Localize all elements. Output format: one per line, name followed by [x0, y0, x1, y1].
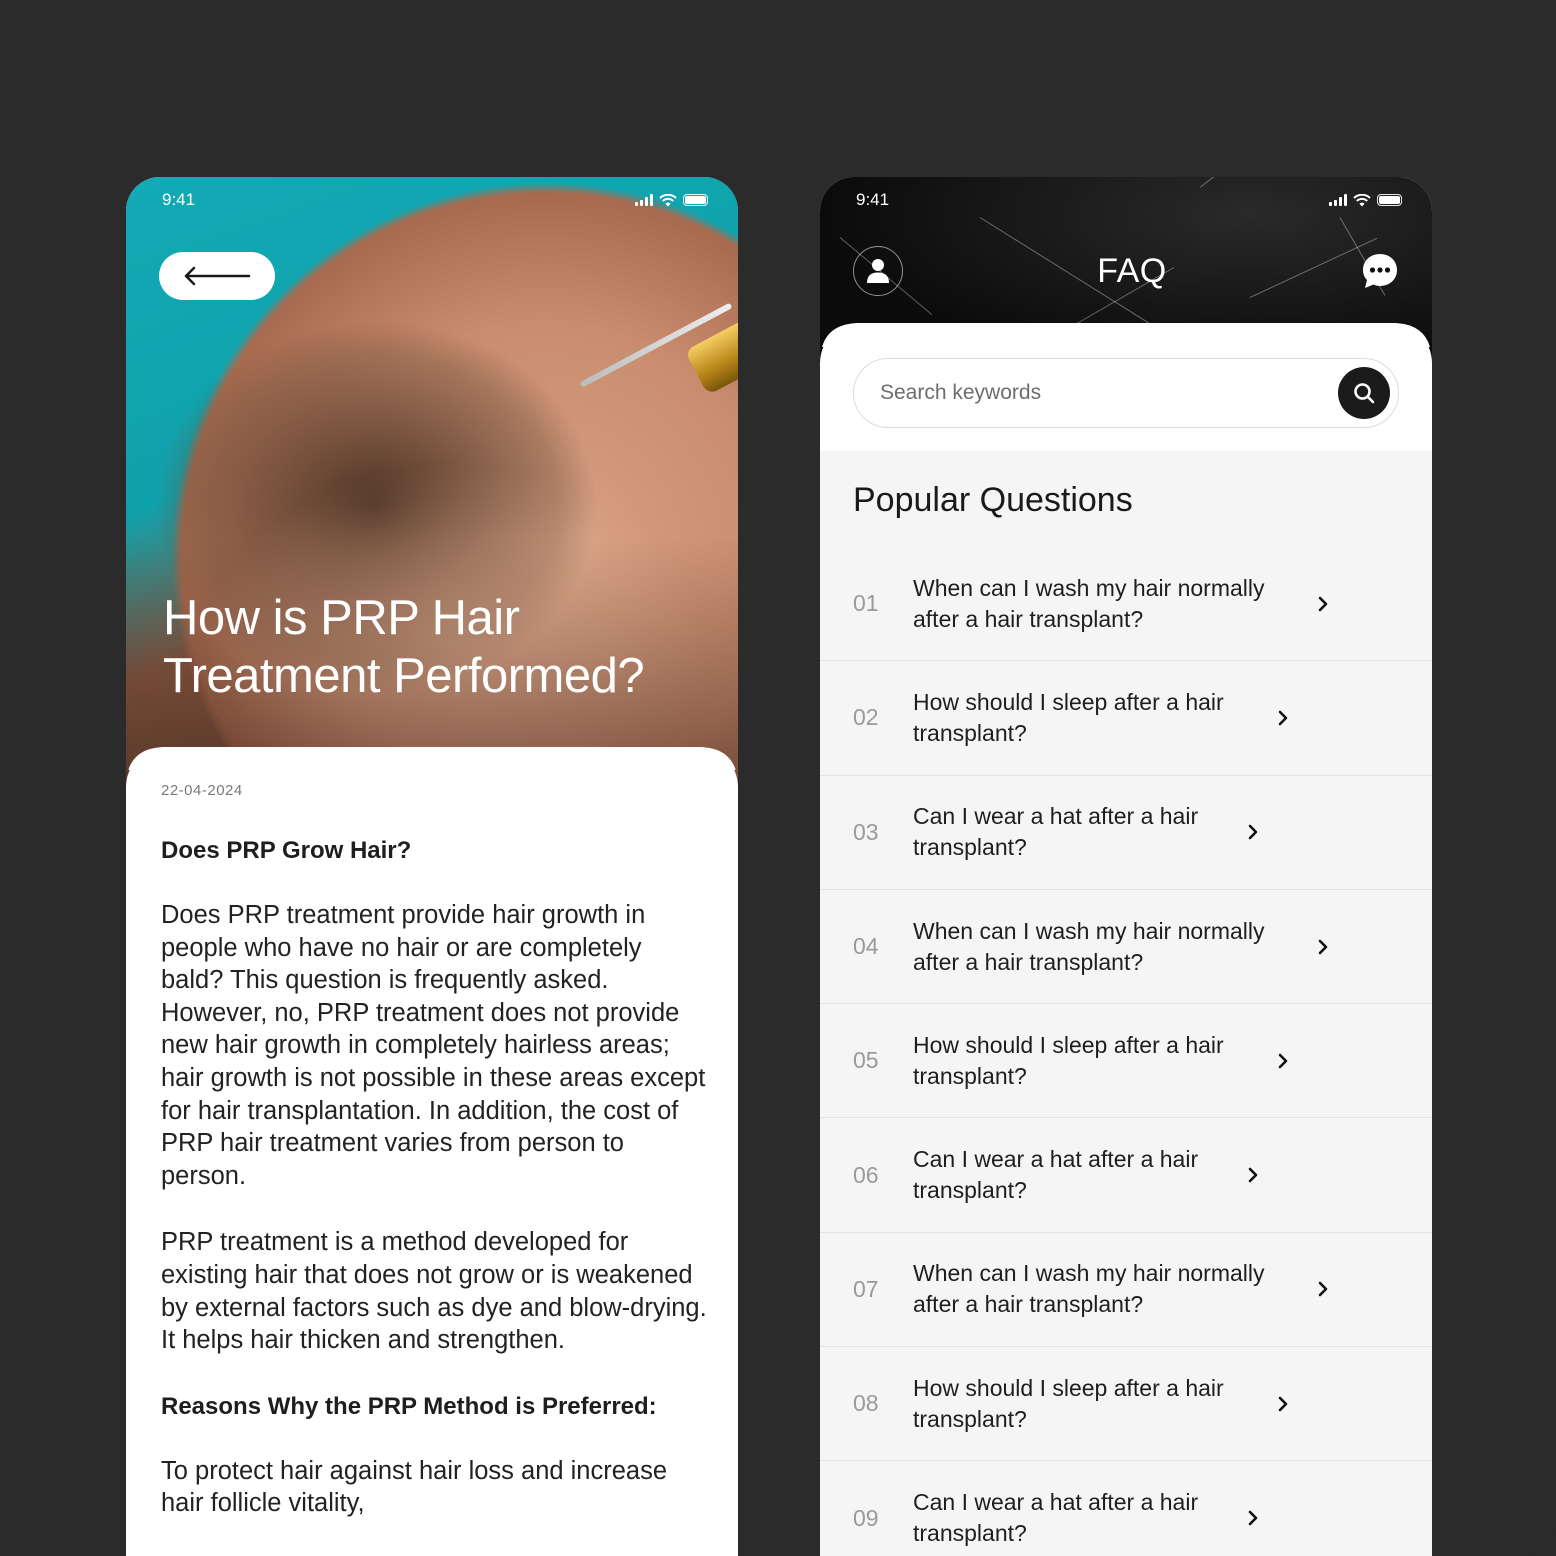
- question-number: 04: [853, 933, 879, 960]
- article-screen: 9:41 How is PRP Hair Treatment Performed…: [126, 177, 738, 1556]
- article-paragraph-3: To protect hair against hair loss and in…: [161, 1456, 668, 1518]
- chevron-right-icon: [1243, 1166, 1263, 1184]
- article-paragraph-2: PRP treatment is a method developed for …: [161, 1228, 707, 1355]
- article-title: How is PRP Hair Treatment Performed?: [163, 591, 645, 703]
- question-item[interactable]: 06 Can I wear a hat after a hair transpl…: [820, 1118, 1432, 1233]
- back-button[interactable]: [159, 252, 275, 300]
- question-item[interactable]: 01 When can I wash my hair normally afte…: [820, 547, 1432, 662]
- canvas: 9:41 How is PRP Hair Treatment Performed…: [0, 0, 1556, 1556]
- sheet-notch: [126, 747, 738, 770]
- chevron-right-icon: [1273, 709, 1293, 727]
- sheet-notch: [820, 323, 1432, 347]
- chevron-right-icon: [1313, 938, 1333, 956]
- article-heading-1: Does PRP Grow Hair?: [161, 837, 412, 864]
- search-input[interactable]: [880, 381, 1300, 405]
- signal-icon: [1329, 194, 1347, 206]
- question-text: How should I sleep after a hair transpla…: [913, 1031, 1224, 1089]
- question-item[interactable]: 04 When can I wash my hair normally afte…: [820, 890, 1432, 1005]
- question-number: 05: [853, 1047, 879, 1074]
- question-item[interactable]: 09 Can I wear a hat after a hair transpl…: [820, 1461, 1432, 1556]
- signal-icon: [635, 194, 653, 206]
- page-title: FAQ: [1097, 251, 1167, 290]
- wifi-icon: [1353, 193, 1371, 206]
- status-time: 9:41: [162, 190, 196, 209]
- article-body: 22-04-2024 Does PRP Grow Hair? Does PRP …: [161, 782, 711, 1520]
- question-list: 01 When can I wash my hair normally afte…: [820, 547, 1432, 1556]
- chevron-right-icon: [1273, 1395, 1293, 1413]
- user-icon: [867, 259, 889, 283]
- faq-list-area: Popular Questions 01 When can I wash my …: [820, 451, 1432, 1556]
- question-item[interactable]: 02 How should I sleep after a hair trans…: [820, 661, 1432, 776]
- search-bar: [853, 358, 1399, 428]
- chevron-right-icon: [1313, 1280, 1333, 1298]
- battery-icon: [1377, 194, 1402, 206]
- faq-screen: 9:41 FAQ Search keywords Popular Questio…: [820, 177, 1432, 1556]
- search-button[interactable]: [1338, 367, 1390, 419]
- section-title: Popular Questions: [853, 481, 1133, 519]
- question-number: 08: [853, 1390, 879, 1417]
- question-text: Can I wear a hat after a hair transplant…: [913, 803, 1199, 861]
- chevron-right-icon: [1243, 823, 1263, 841]
- question-number: 07: [853, 1275, 879, 1302]
- question-text: When can I wash my hair normally after a…: [913, 1260, 1265, 1318]
- profile-button[interactable]: [853, 246, 903, 296]
- question-text: When can I wash my hair normally after a…: [913, 574, 1265, 632]
- question-text: Can I wear a hat after a hair transplant…: [913, 1146, 1199, 1204]
- question-number: 09: [853, 1504, 879, 1531]
- chevron-right-icon: [1313, 595, 1333, 613]
- chevron-right-icon: [1243, 1509, 1263, 1527]
- chat-bubble-icon: [1363, 254, 1397, 288]
- question-item[interactable]: 07 When can I wash my hair normally afte…: [820, 1233, 1432, 1348]
- battery-icon: [683, 194, 708, 206]
- question-number: 01: [853, 590, 879, 617]
- faq-header: FAQ: [853, 246, 1399, 296]
- question-item[interactable]: 08 How should I sleep after a hair trans…: [820, 1347, 1432, 1462]
- article-paragraph-1: Does PRP treatment provide hair growth i…: [161, 901, 706, 1190]
- question-text: How should I sleep after a hair transpla…: [913, 1374, 1224, 1432]
- arrow-left-icon: [184, 266, 251, 286]
- question-text: When can I wash my hair normally after a…: [913, 917, 1265, 975]
- question-number: 03: [853, 818, 879, 845]
- question-text: Can I wear a hat after a hair transplant…: [913, 1489, 1199, 1547]
- status-bar: 9:41: [126, 177, 738, 223]
- article-date: 22-04-2024: [161, 782, 243, 799]
- question-number: 02: [853, 704, 879, 731]
- question-item[interactable]: 03 Can I wear a hat after a hair transpl…: [820, 776, 1432, 890]
- status-time: 9:41: [856, 190, 890, 209]
- question-item[interactable]: 05 How should I sleep after a hair trans…: [820, 1004, 1432, 1119]
- article-heading-2: Reasons Why the PRP Method is Preferred:: [161, 1392, 657, 1420]
- status-bar: 9:41: [820, 177, 1432, 223]
- search-icon: [1354, 383, 1375, 404]
- chat-button[interactable]: [1361, 252, 1399, 290]
- question-number: 06: [853, 1161, 879, 1188]
- chevron-right-icon: [1273, 1052, 1293, 1070]
- question-text: How should I sleep after a hair transpla…: [913, 688, 1224, 746]
- wifi-icon: [659, 193, 677, 206]
